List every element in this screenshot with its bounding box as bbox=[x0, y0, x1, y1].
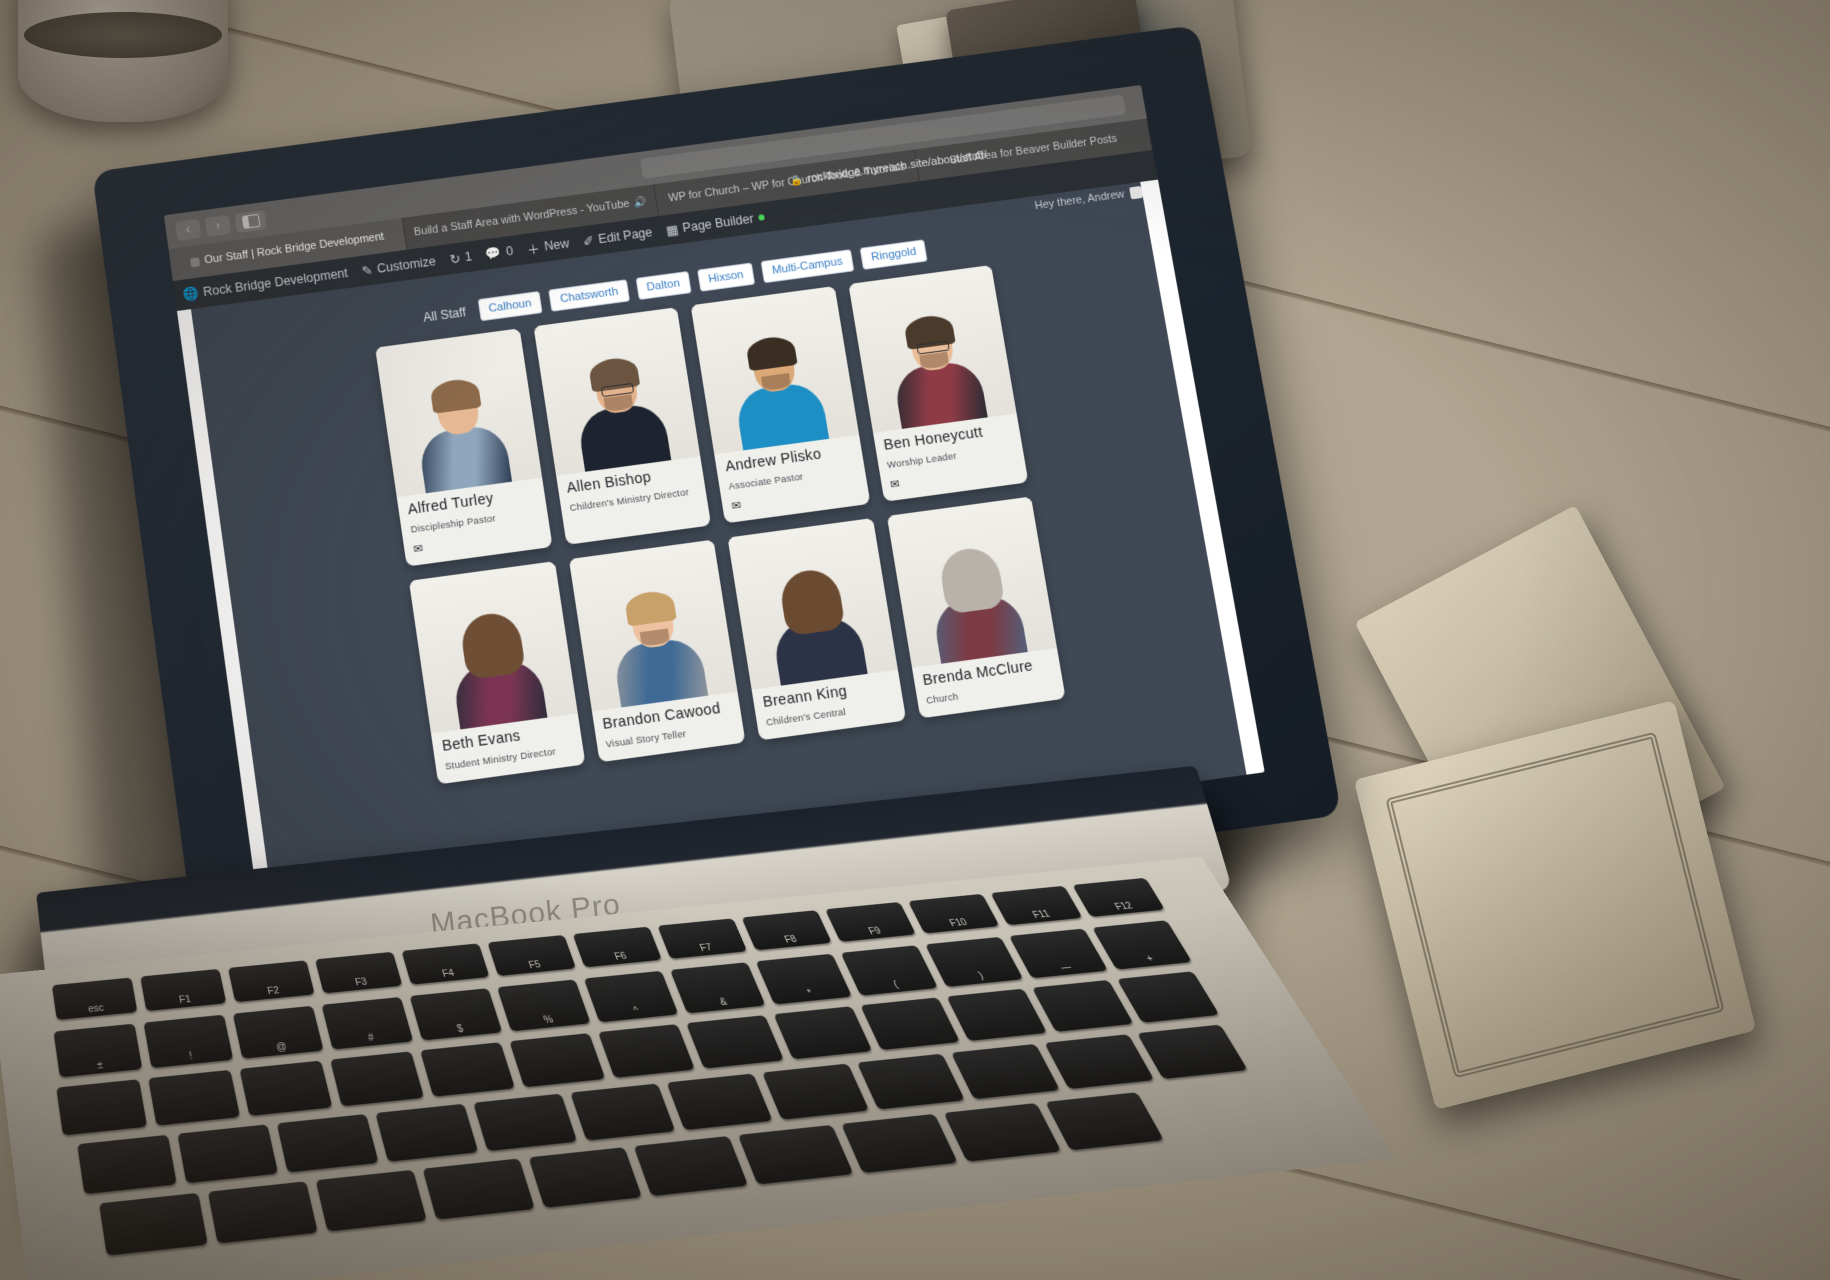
screenshot-scene: ‹ › Our Staff | Rock Bridge Development bbox=[0, 0, 1830, 1280]
vignette-overlay bbox=[0, 0, 1830, 1280]
